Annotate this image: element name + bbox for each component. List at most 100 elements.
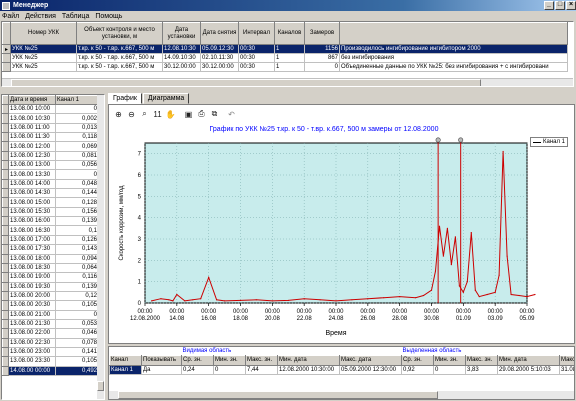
col-header-device[interactable]: Номер УКК bbox=[10, 22, 77, 45]
y-axis-label: Скорость коррозии, мм/год bbox=[119, 185, 125, 261]
measurements-grid[interactable]: Дата и время Канал 1 13.08.00 10:00 0 13.0… bbox=[1, 94, 105, 400]
table-row[interactable]: 13.08.00 14:00 0,048 bbox=[2, 178, 99, 190]
zoom-icon[interactable]: ⌕ bbox=[139, 109, 150, 120]
table-row[interactable]: 13.08.00 11:00 0,013 bbox=[2, 122, 99, 134]
stats-cell: 7,44 bbox=[245, 364, 278, 375]
data-point bbox=[506, 255, 508, 257]
table-row[interactable]: УКК №25 т.кр. к 50 - т.вр. к.667, 500 м … bbox=[2, 62, 568, 72]
table-row[interactable]: 13.08.00 23:30 0,105 bbox=[2, 356, 99, 367]
table-row[interactable]: 13.08.00 23:00 0,141 bbox=[2, 346, 99, 358]
table-row[interactable]: 13.08.00 19:30 0,139 bbox=[2, 281, 99, 292]
zoom-out-icon[interactable]: ⊖ bbox=[126, 109, 137, 120]
stats-col-header[interactable]: Мин. зн. bbox=[433, 354, 467, 366]
devices-grid[interactable]: Номер УКК Объект контроля и место устано… bbox=[1, 21, 574, 87]
view-tabs: График Диаграмма bbox=[108, 93, 190, 104]
actual-size-icon[interactable]: 11 bbox=[152, 109, 163, 120]
stats-col-header[interactable]: Ср. зн. bbox=[401, 354, 435, 366]
maximize-button[interactable]: □ bbox=[555, 1, 565, 10]
row-indicator-icon: ▸ bbox=[2, 44, 11, 54]
col-header-comment[interactable] bbox=[339, 22, 568, 45]
table-row[interactable]: 13.08.00 12:30 0,081 bbox=[2, 150, 99, 162]
close-button[interactable]: × bbox=[566, 1, 576, 10]
col-header-measurements[interactable]: Замеров bbox=[304, 22, 340, 45]
col-header-object[interactable]: Объект контроля и место установки, м bbox=[76, 22, 163, 45]
table-row[interactable]: 13.08.00 16:00 0,139 bbox=[2, 216, 99, 227]
col-header-remove-date[interactable]: Дата снятия bbox=[200, 22, 239, 45]
stats-col-header[interactable]: Макс. зн. bbox=[465, 354, 499, 366]
scroll-thumb[interactable] bbox=[97, 381, 104, 391]
data-point bbox=[200, 298, 202, 300]
table-row[interactable]: 13.08.00 10:30 0,002 bbox=[2, 113, 99, 124]
data-point bbox=[168, 299, 170, 301]
stats-col-header[interactable]: Ср. зн. bbox=[181, 354, 214, 366]
menu-actions[interactable]: Действия bbox=[25, 13, 56, 20]
table-row[interactable]: УКК №25 т.кр. к 50 - т.вр. к.667, 500 м … bbox=[2, 53, 568, 63]
col-header-datetime[interactable]: Дата и время bbox=[8, 95, 56, 105]
stats-col-header[interactable]: Макс. зн. bbox=[245, 354, 278, 366]
x-tick-label: 00:00 bbox=[392, 309, 408, 315]
table-row[interactable]: 13.08.00 12:00 0,069 bbox=[2, 141, 99, 152]
menu-table[interactable]: Таблица bbox=[62, 13, 89, 20]
x-tick-label: 14.08 bbox=[169, 316, 185, 322]
table-row[interactable]: 13.08.00 15:00 0,128 bbox=[2, 197, 99, 208]
statistics-table[interactable]: Видимая область Выделенная область Канал… bbox=[108, 346, 575, 400]
table-row[interactable]: Канал 1 Да 0,24 0 7,44 12.08.2000 10:30:00 05.… bbox=[109, 364, 574, 375]
data-point bbox=[335, 300, 337, 302]
stats-col-header[interactable]: Мин. зн. bbox=[213, 354, 246, 366]
stats-col-header[interactable]: Мин. дата bbox=[277, 354, 340, 366]
stats-col-header[interactable]: Показывать bbox=[141, 354, 182, 366]
table-row[interactable]: 13.08.00 20:30 0,105 bbox=[2, 300, 99, 311]
data-point bbox=[502, 150, 504, 153]
table-row[interactable]: 13.08.00 22:00 0,046 bbox=[2, 328, 99, 339]
col-header-channels[interactable]: Каналов bbox=[274, 22, 305, 45]
zoom-in-icon[interactable]: ⊕ bbox=[113, 109, 124, 120]
stats-cell: 0 bbox=[213, 364, 246, 375]
x-tick-label: 12.08.2000 bbox=[130, 316, 161, 322]
table-row[interactable]: 13.08.00 10:00 0 bbox=[2, 103, 99, 115]
horizontal-scrollbar[interactable] bbox=[109, 391, 574, 399]
save-icon[interactable]: ▣ bbox=[183, 109, 194, 120]
col-header-channel1[interactable]: Канал 1 bbox=[55, 95, 99, 105]
table-row[interactable]: 14.08.00 00:00 0,492 bbox=[2, 365, 99, 376]
table-row[interactable]: 13.08.00 11:30 0,118 bbox=[2, 132, 99, 143]
x-tick-label: 01.09 bbox=[456, 316, 472, 322]
stats-col-header[interactable]: Макс. дата bbox=[338, 354, 403, 366]
vertical-scrollbar[interactable] bbox=[97, 95, 104, 399]
table-row[interactable]: 13.08.00 19:00 0,116 bbox=[2, 272, 99, 283]
print-icon[interactable]: ⎙ bbox=[196, 109, 207, 120]
table-row[interactable]: 13.08.00 13:30 0 bbox=[2, 169, 99, 180]
tab-diagram[interactable]: Диаграмма bbox=[142, 93, 190, 104]
scroll-thumb[interactable] bbox=[11, 79, 481, 86]
tab-graph[interactable]: График bbox=[108, 93, 142, 104]
horizontal-scrollbar[interactable] bbox=[2, 78, 573, 86]
data-point bbox=[458, 285, 460, 287]
table-row[interactable]: 13.08.00 21:30 0,053 bbox=[2, 318, 99, 330]
copy-icon[interactable]: ⧉ bbox=[209, 109, 220, 120]
table-row[interactable]: 13.08.00 14:30 0,144 bbox=[2, 188, 99, 199]
table-row[interactable]: 13.08.00 15:30 0,156 bbox=[2, 206, 99, 218]
table-row[interactable]: 13.08.00 20:00 0,12 bbox=[2, 290, 99, 302]
table-row[interactable]: 13.08.00 17:00 0,126 bbox=[2, 234, 99, 246]
chart[interactable]: 0123456700:0012.08.200000:0014.0800:0016… bbox=[109, 105, 574, 343]
table-row[interactable]: 13.08.00 18:30 0,064 bbox=[2, 262, 99, 274]
pan-hand-icon[interactable]: ✋ bbox=[165, 109, 176, 120]
table-row[interactable]: 13.08.00 18:00 0,094 bbox=[2, 253, 99, 264]
stats-col-header[interactable]: Канал bbox=[109, 354, 142, 366]
table-row[interactable]: 13.08.00 17:30 0,143 bbox=[2, 244, 99, 255]
menu-file[interactable]: Файл bbox=[2, 13, 19, 20]
col-header-interval[interactable]: Интервал bbox=[238, 22, 275, 45]
data-point bbox=[271, 300, 273, 302]
scroll-thumb[interactable] bbox=[118, 391, 438, 399]
table-row[interactable]: ▸ УКК №25 т.кр. к 50 - т.вр. к.667, 500 … bbox=[2, 44, 568, 54]
stats-col-header[interactable]: Мин. дата bbox=[497, 354, 561, 366]
table-row[interactable]: 13.08.00 21:00 0 bbox=[2, 309, 99, 320]
table-row[interactable]: 13.08.00 22:30 0,078 bbox=[2, 337, 99, 348]
stats-col-header[interactable]: Макс. дата bbox=[559, 354, 574, 366]
menu-help[interactable]: Помощь bbox=[95, 13, 122, 20]
table-row[interactable]: 13.08.00 16:30 0,1 bbox=[2, 225, 99, 236]
back-icon[interactable]: ↶ bbox=[226, 109, 237, 120]
x-tick-label: 00:00 bbox=[488, 309, 504, 315]
table-row[interactable]: 13.08.00 13:00 0,056 bbox=[2, 160, 99, 171]
col-header-install-date[interactable]: Дата установки bbox=[162, 22, 201, 45]
minimize-button[interactable]: _ bbox=[544, 1, 554, 10]
